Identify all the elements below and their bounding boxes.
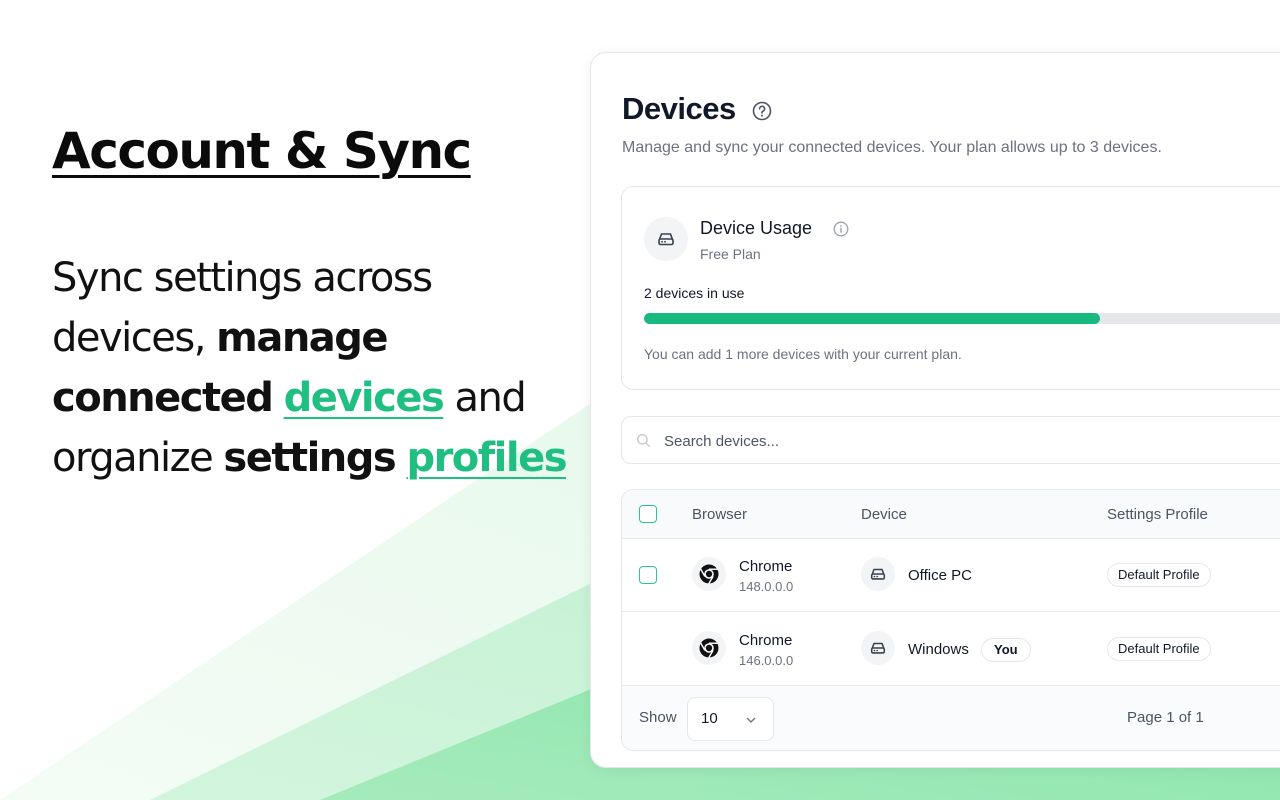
browser-version: 146.0.0.0 [739, 653, 794, 668]
table-header: Browser Device Settings Profile [622, 490, 1280, 539]
row-checkbox[interactable] [639, 566, 657, 584]
browser-name: Chrome [739, 632, 793, 649]
chrome-icon [699, 638, 719, 658]
usage-plan: Free Plan [700, 246, 761, 262]
usage-progress-fill [644, 313, 1100, 324]
browser-version: 148.0.0.0 [739, 579, 794, 594]
profile-badge[interactable]: Default Profile [1107, 637, 1211, 661]
browser-name: Chrome [739, 558, 793, 575]
help-circle-icon[interactable] [752, 101, 772, 121]
page-size-value: 10 [701, 710, 718, 727]
promo-copy: Account & Sync Sync settings across devi… [52, 122, 572, 488]
search-box [621, 416, 1280, 464]
table-footer: Show 10 Page 1 of 1 [622, 687, 1280, 750]
drive-icon [870, 568, 886, 580]
page-size-select[interactable]: 10 [687, 697, 774, 741]
search-input[interactable] [664, 429, 1264, 453]
promo-highlight-devices: devices [283, 375, 445, 421]
browser-icon-wrap [692, 557, 726, 591]
usage-note: You can add 1 more devices with your cur… [644, 346, 962, 362]
promo-highlight-profiles: profiles [406, 435, 567, 481]
select-all-checkbox[interactable] [639, 505, 657, 523]
promo-title: Account & Sync [52, 122, 472, 180]
page-size-label: Show [639, 709, 677, 726]
drive-icon [870, 642, 886, 654]
usage-icon-wrap [644, 217, 688, 261]
profile-badge[interactable]: Default Profile [1107, 563, 1211, 587]
device-usage-card: Device Usage Free Plan 2 devices in use … [621, 186, 1280, 390]
table-row[interactable]: Chrome 146.0.0.0 Windows You Default Pro… [622, 613, 1280, 686]
device-name: Office PC [908, 567, 972, 584]
usage-count: 2 devices in use [644, 285, 745, 301]
column-header-browser[interactable]: Browser [692, 506, 747, 523]
usage-progress-bar [644, 313, 1280, 324]
usage-title: Device Usage [700, 218, 813, 238]
promo-text-bold: settings [223, 435, 396, 481]
search-icon [636, 433, 651, 448]
table-row[interactable]: Chrome 148.0.0.0 Office PC Default Profi… [622, 539, 1280, 612]
chevron-down-icon [746, 717, 756, 723]
device-icon-wrap [861, 557, 895, 591]
you-badge: You [981, 638, 1031, 662]
chrome-icon [699, 564, 719, 584]
column-header-settings-profile[interactable]: Settings Profile [1107, 506, 1208, 523]
device-icon-wrap [861, 631, 895, 665]
drive-icon [658, 233, 674, 246]
browser-icon-wrap [692, 631, 726, 665]
info-icon[interactable] [833, 221, 849, 237]
promo-description: Sync settings across devices, manage con… [52, 248, 572, 488]
column-header-device[interactable]: Device [861, 506, 907, 523]
device-name: Windows [908, 641, 969, 658]
page-subtitle: Manage and sync your connected devices. … [622, 139, 1162, 156]
devices-table: Browser Device Settings Profile Chrome 1… [621, 489, 1280, 751]
page-title: Devices [622, 91, 736, 126]
devices-panel: Devices Manage and sync your connected d… [590, 52, 1280, 768]
pagination-info: Page 1 of 1 [1127, 709, 1204, 726]
